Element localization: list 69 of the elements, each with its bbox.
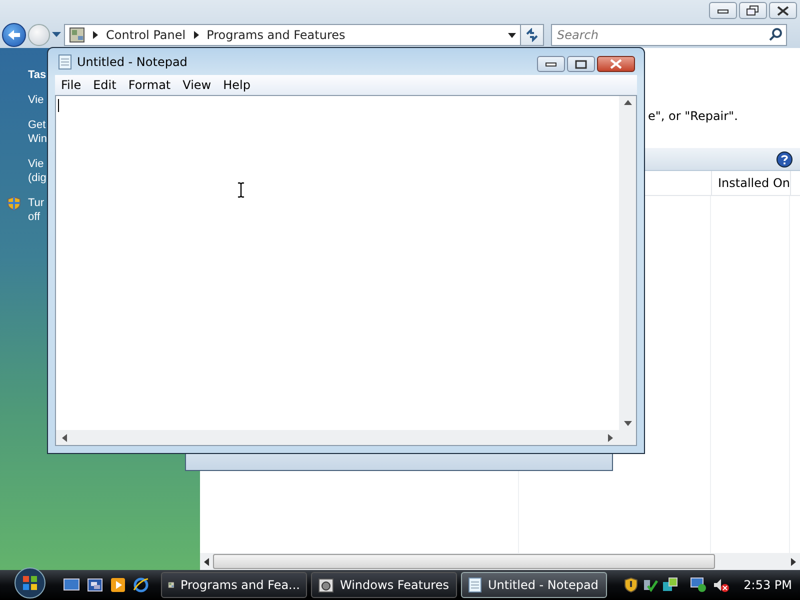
instruction-text: e", or "Repair".: [648, 109, 738, 123]
scroll-left-icon[interactable]: [204, 558, 209, 566]
task-link[interactable]: Tur off: [28, 196, 47, 224]
desktop-icon[interactable]: [63, 578, 80, 592]
taskbar-button[interactable]: Windows Features: [311, 572, 457, 598]
task-link[interactable]: Vie: [28, 93, 47, 107]
search-field[interactable]: Search: [551, 24, 787, 46]
scrollbar-thumb[interactable]: [213, 554, 715, 569]
notepad-icon: [58, 54, 72, 70]
maximize-icon: [575, 60, 587, 68]
minimize-button[interactable]: [709, 2, 737, 19]
search-icon[interactable]: [769, 28, 782, 41]
back-arrow-icon: [7, 29, 21, 41]
minimize-icon: [717, 8, 729, 14]
menu-item[interactable]: Help: [217, 78, 256, 92]
windows-icon[interactable]: [87, 578, 103, 592]
column-header[interactable]: Installed On: [711, 171, 790, 195]
restore-icon: [746, 4, 760, 16]
refresh-icon: [525, 28, 539, 42]
close-button[interactable]: [597, 56, 635, 72]
shield-icon: [7, 196, 21, 211]
breadcrumb[interactable]: Control Panel: [106, 28, 186, 42]
muted-speaker-icon[interactable]: [712, 577, 730, 593]
text-cursor-icon: [237, 182, 245, 198]
menu-item[interactable]: Format: [122, 78, 177, 92]
start-button[interactable]: [14, 567, 46, 599]
scroll-up-icon[interactable]: [624, 100, 632, 105]
clock[interactable]: 2:53 PM: [744, 578, 792, 592]
vertical-scrollbar[interactable]: [619, 96, 636, 430]
close-icon: [610, 59, 622, 69]
task-link[interactable]: Vie (dig: [28, 157, 47, 185]
window-title: Untitled - Notepad: [77, 54, 188, 68]
network-icon[interactable]: [662, 577, 678, 593]
horizontal-scrollbar[interactable]: [200, 553, 800, 570]
restore-button[interactable]: [739, 2, 767, 19]
task-heading: Tas: [28, 68, 47, 82]
menu-item[interactable]: View: [176, 78, 218, 92]
features-icon: [318, 577, 334, 593]
menu-item[interactable]: Edit: [87, 78, 122, 92]
task-link[interactable]: Get Win: [28, 118, 47, 146]
browser-icon[interactable]: [133, 577, 149, 593]
horizontal-scrollbar[interactable]: [56, 430, 619, 445]
taskbar-button[interactable]: Untitled - Notepad: [461, 572, 607, 598]
scroll-down-icon[interactable]: [624, 421, 632, 426]
close-icon: [777, 6, 789, 16]
scroll-left-icon[interactable]: [62, 434, 67, 442]
breadcrumb-arrow-icon: [194, 31, 199, 39]
back-button[interactable]: [2, 23, 26, 47]
refresh-button[interactable]: [520, 24, 544, 46]
menu-item[interactable]: File: [55, 78, 88, 92]
breadcrumb-arrow-icon: [93, 31, 98, 39]
scroll-right-icon[interactable]: [608, 434, 613, 442]
dropdown-arrow-icon[interactable]: [508, 32, 516, 38]
control-panel-icon: [69, 27, 85, 43]
help-icon[interactable]: [776, 150, 793, 168]
text-caret: [58, 99, 59, 112]
check-icon[interactable]: [642, 577, 658, 593]
minimize-icon: [545, 62, 557, 66]
monitor-icon[interactable]: [690, 577, 708, 593]
scroll-right-icon[interactable]: [791, 558, 796, 566]
minimize-button[interactable]: [537, 56, 565, 72]
media-player-icon[interactable]: [110, 577, 126, 593]
shield-icon[interactable]: [624, 577, 638, 593]
maximize-button[interactable]: [567, 56, 595, 72]
taskbar-button[interactable]: Programs and Fea...: [161, 572, 307, 598]
breadcrumb[interactable]: Programs and Features: [206, 28, 346, 42]
close-button[interactable]: [769, 2, 797, 19]
notepad-icon: [468, 577, 482, 593]
address-bar[interactable]: Control Panel Programs and Features: [64, 24, 521, 46]
